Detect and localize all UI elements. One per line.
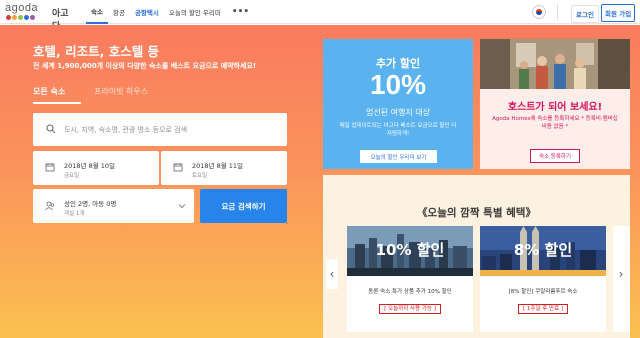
tab-all-properties[interactable]: 모든 숙소 [33,86,81,104]
search-input[interactable] [64,113,279,146]
deal-card[interactable]: 8% 할인 [8% 할인] 쿠알라룸푸르 숙소 [ 1주일 후 만료 ] [480,226,606,332]
top-nav-bar: agoda 아고다 숙소 항공 공항택시 오늘의 할인 우리미 ••• 로그인 … [0,0,640,32]
search-box[interactable] [33,113,287,146]
chevron-down-icon [178,204,186,209]
korea-flag-icon[interactable] [532,5,546,19]
checkin-field[interactable]: 2018년 8월 10일 금요일 [33,151,159,185]
logo-wordmark: agoda [5,2,39,14]
deal-expiry-text: [ 오늘까지 사용 가능 ] [379,304,441,314]
search-icon [46,124,56,134]
checkout-date: 2018년 8월 11일 [192,162,244,170]
user-icon [45,201,55,211]
host-title: 호스트가 되어 보세요! [507,102,603,113]
nav-flights[interactable]: 항공 [108,0,130,24]
nav-airport-taxi[interactable]: 공항택시 [130,0,164,24]
deal-percent: 8% 할인 [513,241,573,259]
room-count: 객실 1개 [64,211,85,217]
deal-expiry-text: [ 1주일 후 만료 ] [517,304,569,314]
logo-dot-purple [30,15,35,20]
logo-dot-red [6,15,11,20]
tab-private-house[interactable]: 프라이빗 하우스 [94,86,148,97]
agoda-logo[interactable]: agoda 아고다 [5,2,75,32]
deal-percent: 10% 할인 [375,241,445,259]
hero-section: 호텔, 리조트, 호스텔 등 전 세계 1,900,000개 이상의 다양한 숙… [0,25,640,338]
calendar-icon [173,163,183,172]
checkout-day: 토요일 [192,173,208,179]
host-description: Agoda Homes에 숙소를 등록하세요 * 등록비·멤버십 비용 없음 * [492,116,618,130]
carousel-prev-icon[interactable]: ‹ [326,259,338,289]
signup-button[interactable]: 회원 가입 [601,4,636,22]
promo-percent: 10% [369,69,427,100]
deal-description: 동론 숙소 특가 상품 추가 10% 할인 [368,289,452,295]
deals-title: 《오늘의 깜짝 특별 혜택》 [417,207,536,219]
deal-card[interactable]: 10% 할인 동론 숙소 특가 상품 추가 10% 할인 [ 오늘까지 사용 가… [347,226,473,332]
special-deals-panel: 《오늘의 깜짝 특별 혜택》 ‹ 10% 할인 동론 숙소 특가 상품 추가 1… [323,175,630,338]
search-rates-button[interactable]: 요금 검색하기 [200,189,287,223]
checkin-day: 금요일 [64,173,80,179]
header-divider [557,4,558,20]
logo-dots [6,15,35,20]
deal-expiry-tag: [ 오늘까지 사용 가능 ] [347,304,473,314]
logo-dot-blue [24,15,29,20]
promo-description: 매일 업데이트되는 아고다 베스트 요금으로 할인 더 저렴하게! [339,123,457,137]
checkout-field[interactable]: 2018년 8월 11일 토요일 [161,151,287,185]
login-button[interactable]: 로그인 [571,5,599,23]
carousel-next-icon[interactable]: › [615,259,627,289]
deal-expiry-tag: [ 1주일 후 만료 ] [480,304,606,314]
main-nav: 숙소 항공 공항택시 오늘의 할인 우리미 ••• [86,0,255,24]
nav-accommodation[interactable]: 숙소 [86,0,108,24]
register-property-button[interactable]: 숙소 등록하기 [530,149,580,163]
logo-dot-orange [12,15,17,20]
logo-dot-green [18,15,23,20]
promo-discount-card[interactable]: 추가 할인 10% 엄선된 여행지 대상 매일 업데이트되는 아고다 베스트 요… [323,39,473,169]
checkin-date: 2018년 8월 10일 [64,162,116,170]
guest-count: 성인 2명, 아동 0명 [64,200,117,208]
more-menu-icon[interactable]: ••• [226,0,255,24]
hero-subtitle: 전 세계 1,900,000개 이상의 다양한 숙소를 베스트 요금으로 예약하… [33,62,257,70]
hero-title: 호텔, 리조트, 호스텔 등 [33,44,160,59]
guests-field[interactable]: 성인 2명, 아동 0명 객실 1개 [33,189,194,223]
calendar-icon [45,163,55,172]
nav-todays-deals[interactable]: 오늘의 할인 우리미 [164,0,226,24]
view-deals-button[interactable]: 오늘의 할인 우리미 보기 [360,150,437,163]
deal-description: [8% 할인] 쿠알라룸푸르 숙소 [508,289,578,295]
become-host-card[interactable]: 호스트가 되어 보세요! Agoda Homes에 숙소를 등록하세요 * 등록… [480,39,630,169]
host-photo [480,39,630,89]
promo-target: 엄선된 여행지 대상 [366,108,430,117]
